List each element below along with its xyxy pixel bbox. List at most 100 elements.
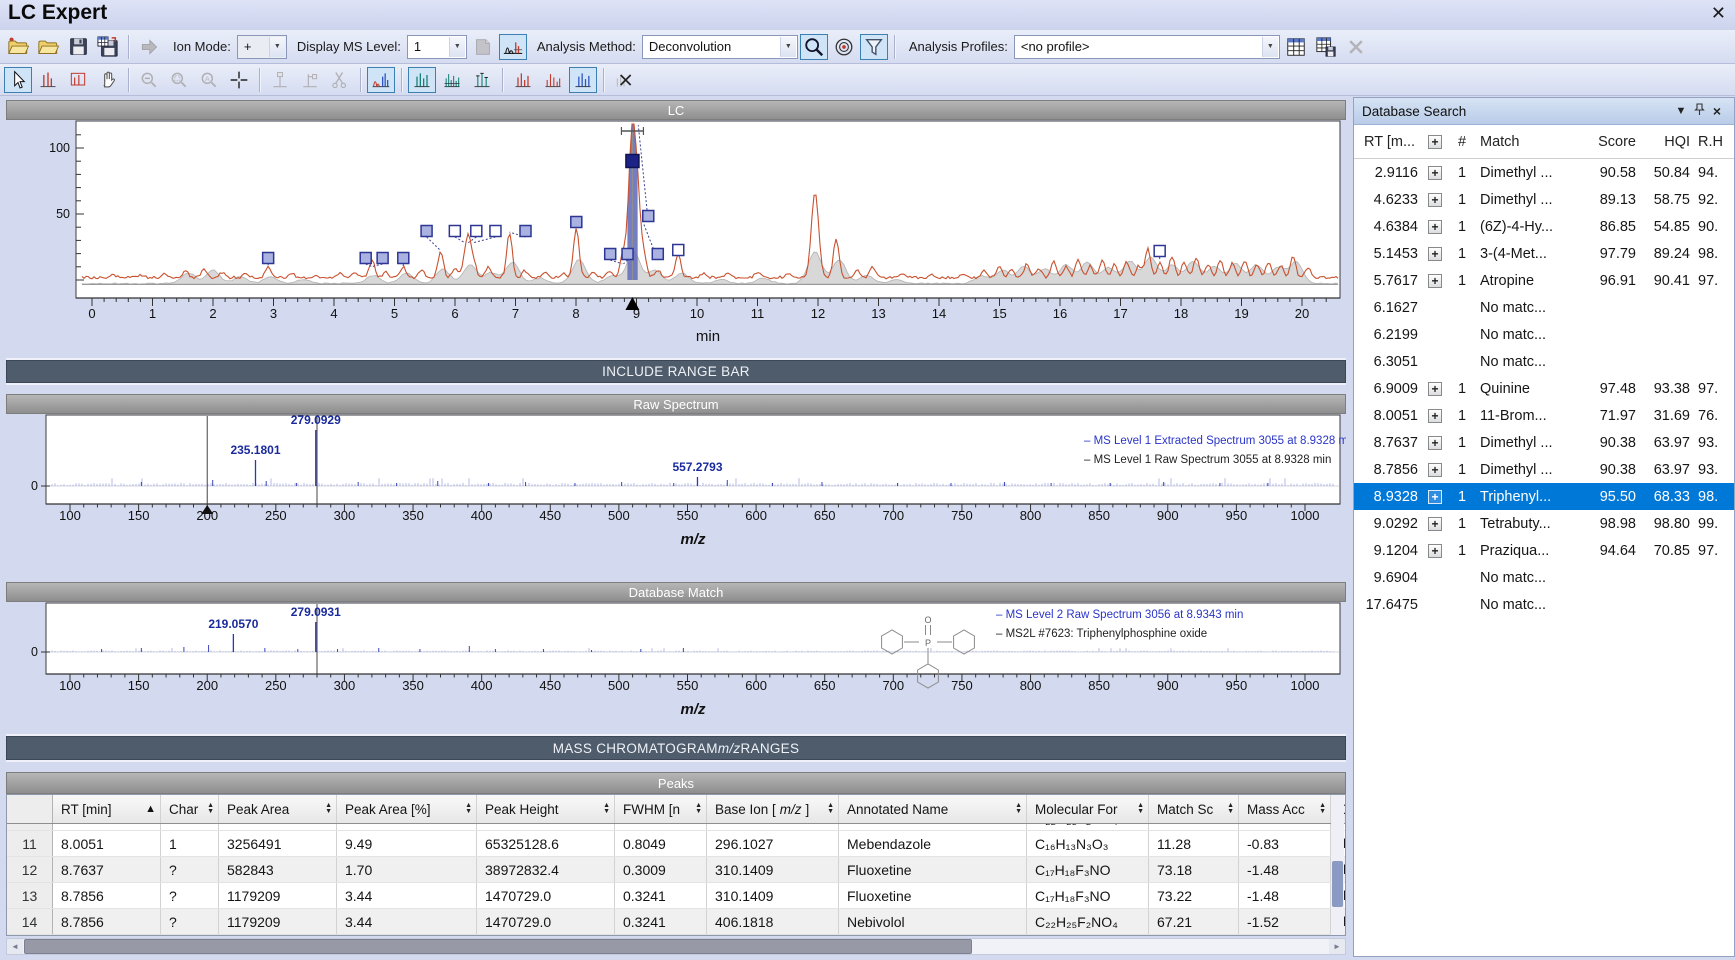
expand-all-icon[interactable]: + xyxy=(1428,135,1442,149)
peaks-horizontal-scrollbar[interactable]: ◄ ► xyxy=(6,938,1346,955)
db-search-row[interactable]: 4.6233+1Dimethyl ...89.1358.7592. xyxy=(1354,186,1734,213)
expand-icon[interactable]: + xyxy=(1428,274,1442,288)
peak-add-tool[interactable] xyxy=(266,67,294,93)
filter-button[interactable] xyxy=(860,34,888,60)
ion-mode-select[interactable]: + ▼ xyxy=(237,35,287,59)
expand-icon[interactable]: + xyxy=(1428,463,1442,477)
peak-marker[interactable] xyxy=(490,226,501,237)
db-search-row[interactable]: 6.1627No matc... xyxy=(1354,294,1734,321)
expand-icon[interactable]: + xyxy=(1428,247,1442,261)
clear-overlays-tool[interactable] xyxy=(610,67,638,93)
database-match-plot[interactable]: 219.0570279.0931100150200250300350400450… xyxy=(6,602,1346,732)
lc-chromatogram-plot[interactable]: 5010001234567891011121314151617181920min xyxy=(6,120,1346,356)
expand-icon[interactable]: + xyxy=(1428,382,1442,396)
db-search-row[interactable]: 8.7637+1Dimethyl ...90.3863.9793. xyxy=(1354,429,1734,456)
peak-marker[interactable] xyxy=(471,226,482,237)
table-row[interactable]: 118.0051132564919.4965325128.60.8049296.… xyxy=(7,831,1345,857)
show-peaks-toggle[interactable] xyxy=(499,34,527,60)
stick-display-tool[interactable] xyxy=(408,67,436,93)
peak-marker[interactable] xyxy=(622,249,633,260)
db-search-row[interactable]: 6.2199No matc... xyxy=(1354,321,1734,348)
peak-marker[interactable] xyxy=(673,245,684,256)
open-data-button[interactable] xyxy=(34,34,62,60)
pin-icon[interactable] xyxy=(1690,103,1708,119)
zoom-out-tool[interactable] xyxy=(135,67,163,93)
tic-display-tool[interactable] xyxy=(539,67,567,93)
db-search-row[interactable]: 8.9328+1Triphenyl...95.5068.3398. xyxy=(1354,483,1734,510)
centroid-display-tool[interactable] xyxy=(468,67,496,93)
apply-method-button[interactable] xyxy=(135,34,163,60)
scroll-left-arrow[interactable]: ◄ xyxy=(7,939,23,954)
bpc-display-tool[interactable] xyxy=(569,67,597,93)
peak-marker[interactable] xyxy=(605,249,616,260)
analysis-method-select[interactable]: Deconvolution ▼ xyxy=(642,35,798,59)
time-cursor-triangle[interactable] xyxy=(625,297,639,310)
panel-menu-icon[interactable]: ▼ xyxy=(1672,105,1690,117)
pointer-tool[interactable] xyxy=(4,67,32,93)
save-results-button[interactable] xyxy=(94,34,122,60)
scrollbar-thumb[interactable] xyxy=(24,939,972,954)
column-header-rownum[interactable] xyxy=(7,795,53,823)
db-search-row[interactable]: 2.9116+1Dimethyl ...90.5850.8494. xyxy=(1354,159,1734,186)
export-table-button[interactable] xyxy=(1312,34,1340,60)
overlay-spectra-tool[interactable] xyxy=(367,67,395,93)
column-header-match[interactable]: Match xyxy=(1474,134,1576,150)
table-row[interactable]: 128.7637?5828431.7038972832.40.3009310.1… xyxy=(7,857,1345,883)
column-header-charge[interactable]: Char▲▼ xyxy=(161,795,219,823)
column-header-area_pct[interactable]: Peak Area [%]▲▼ xyxy=(337,795,477,823)
peak-adjust-tool[interactable] xyxy=(296,67,324,93)
expand-icon[interactable]: + xyxy=(1428,436,1442,450)
window-close-icon[interactable]: ✕ xyxy=(1711,3,1726,24)
peak-marker[interactable] xyxy=(449,226,460,237)
region-select-tool[interactable] xyxy=(64,67,92,93)
peak-pick-tool[interactable] xyxy=(34,67,62,93)
column-header-number[interactable]: # xyxy=(1450,134,1474,150)
table-row[interactable]: 148.7856?11792093.441470729.00.3241406.1… xyxy=(7,909,1345,935)
db-search-row[interactable]: 5.1453+13-(4-Met...97.7989.2498. xyxy=(1354,240,1734,267)
chromatogram-display-tool[interactable] xyxy=(509,67,537,93)
peak-marker[interactable] xyxy=(643,211,654,222)
pan-tool[interactable] xyxy=(94,67,122,93)
expand-icon[interactable]: + xyxy=(1428,409,1442,423)
db-search-row[interactable]: 8.7856+1Dimethyl ...90.3863.9793. xyxy=(1354,456,1734,483)
zoom-reset-tool[interactable]: A xyxy=(195,67,223,93)
zoom-box-tool[interactable] xyxy=(165,67,193,93)
column-header-m_acc[interactable]: Mass Acc▲▼ xyxy=(1239,795,1331,823)
column-header-height[interactable]: Peak Height▲▼ xyxy=(477,795,615,823)
peak-marker[interactable] xyxy=(1154,246,1165,257)
scrollbar-thumb[interactable] xyxy=(1332,861,1343,907)
selected-peak-marker[interactable] xyxy=(626,155,639,168)
clear-results-button[interactable] xyxy=(1342,34,1370,60)
expand-icon[interactable]: + xyxy=(1428,490,1442,504)
analysis-profiles-select[interactable]: <no profile> ▼ xyxy=(1014,35,1280,59)
db-search-row[interactable]: 4.6384+1(6Z)-4-Hy...86.8554.8590. xyxy=(1354,213,1734,240)
open-method-button[interactable] xyxy=(4,34,32,60)
target-search-button[interactable] xyxy=(830,34,858,60)
expand-icon[interactable]: + xyxy=(1428,544,1442,558)
peak-marker[interactable] xyxy=(421,226,432,237)
expand-icon[interactable]: + xyxy=(1428,166,1442,180)
db-search-row[interactable]: 9.6904No matc... xyxy=(1354,564,1734,591)
table-row-clipped[interactable]: 10C₂₂H₂₅F₂NO₄ xyxy=(7,824,1345,831)
peak-marker[interactable] xyxy=(360,253,371,264)
database-search-button[interactable] xyxy=(800,34,828,60)
reprocess-button[interactable] xyxy=(469,34,497,60)
expand-icon[interactable]: + xyxy=(1428,193,1442,207)
column-header-match[interactable]: Match Sc▲▼ xyxy=(1149,795,1239,823)
db-search-row[interactable]: 17.6475No matc... xyxy=(1354,591,1734,618)
peak-marker[interactable] xyxy=(398,253,409,264)
results-table-button[interactable] xyxy=(1282,34,1310,60)
column-header-formula[interactable]: Molecular For▲▼ xyxy=(1027,795,1149,823)
db-search-row[interactable]: 9.0292+1Tetrabuty...98.9898.8099. xyxy=(1354,510,1734,537)
db-search-row[interactable]: 8.0051+111-Brom...71.9731.6976. xyxy=(1354,402,1734,429)
expand-icon[interactable]: + xyxy=(1428,220,1442,234)
column-header-base_ion[interactable]: Base Ion [m/z]▲▼ xyxy=(707,795,839,823)
peak-marker[interactable] xyxy=(571,217,582,228)
column-header-area[interactable]: Peak Area▲▼ xyxy=(219,795,337,823)
db-search-row[interactable]: 6.9009+1Quinine97.4893.3897. xyxy=(1354,375,1734,402)
column-header-rt[interactable]: RT [min]▲ xyxy=(53,795,161,823)
column-header-rt[interactable]: RT [m... xyxy=(1354,134,1420,150)
raw-spectrum-plot[interactable]: 235.1801279.0929557.27931001502002503003… xyxy=(6,414,1346,564)
column-header-expand[interactable]: + xyxy=(1420,135,1450,149)
peak-marker[interactable] xyxy=(263,253,274,264)
